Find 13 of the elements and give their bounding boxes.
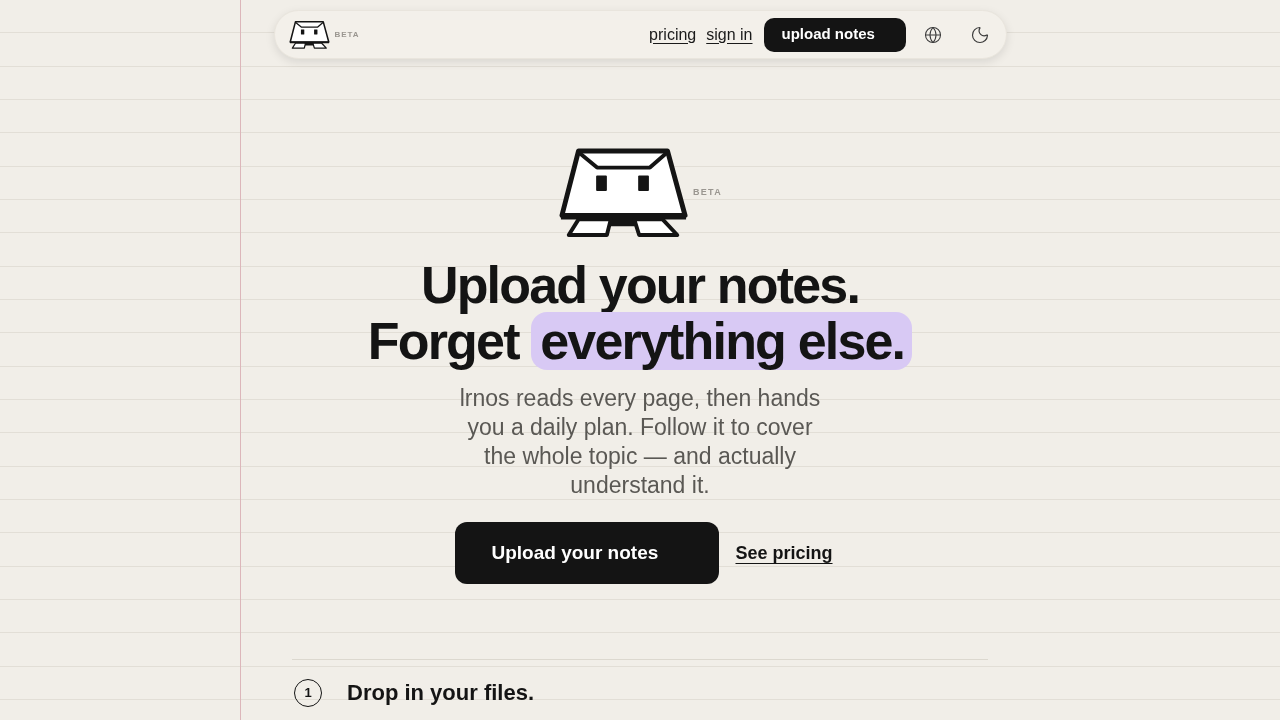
nav-link[interactable]: pricing [649,22,697,47]
beta-label: BETA [334,28,360,41]
step-title: Drop in your files. [347,679,535,707]
mascot-logo-icon [288,19,330,50]
nav-link[interactable]: sign in [706,22,753,47]
upload-notes-button[interactable]: Upload your notes [455,522,720,584]
globe-icon[interactable] [923,25,942,44]
hero-description: lrnos reads every page, then hands you a daily plan. Follow it to cover the whole topic — and actually understand it. [458,384,822,500]
beta-label: BETA [693,186,722,200]
headline: Upload your notes. Forget everything else. [367,257,913,369]
dark-mode-icon[interactable] [969,24,990,45]
see-pricing-link[interactable]: See pricing [735,539,833,567]
upload-notes-button[interactable]: upload notes [763,17,906,52]
